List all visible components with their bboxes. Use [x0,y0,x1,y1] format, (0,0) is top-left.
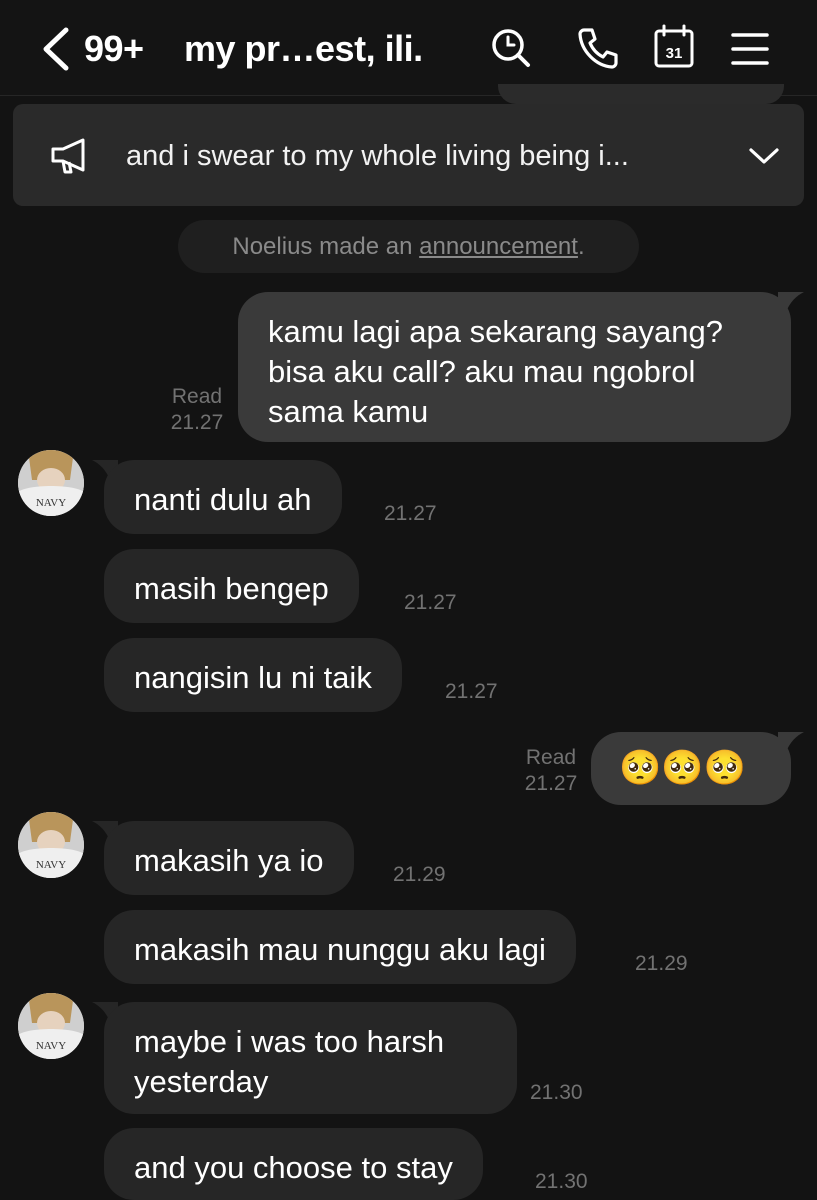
incoming-message[interactable]: nanti dulu ah [104,460,342,534]
read-receipt: Read 21.27 [160,384,234,436]
outgoing-message[interactable]: kamu lagi apa sekarang sayang? bisa aku … [238,292,791,442]
phone-call-icon[interactable] [572,22,624,74]
menu-icon[interactable] [724,22,776,74]
message-time: 21.27 [170,411,224,434]
calendar-icon[interactable]: 31 [648,22,700,74]
back-chevron-icon[interactable] [38,26,78,72]
system-announcement-notice: Noelius made an announcement. [178,220,639,273]
megaphone-icon [49,136,97,176]
outgoing-emoji-message[interactable]: 🥺🥺🥺 [591,732,791,805]
incoming-message[interactable]: nangisin lu ni taik [104,638,402,712]
avatar[interactable]: NAVY [18,993,84,1059]
read-status: Read [171,385,223,408]
incoming-message[interactable]: masih bengep [104,549,359,623]
previous-message-edge [498,84,784,104]
chevron-down-icon[interactable] [746,140,782,172]
read-status: Read [525,746,577,769]
avatar[interactable]: NAVY [18,812,84,878]
calendar-day: 31 [666,45,683,62]
avatar-shirt-text: NAVY [36,859,66,871]
chat-header: 99+ my pr…est, ili. 31 [0,0,817,96]
system-text-prefix: Noelius made an [232,233,420,260]
incoming-message[interactable]: and you choose to stay [104,1128,483,1200]
read-receipt: Read 21.27 [516,745,586,797]
incoming-message[interactable]: maybe i was too harsh yesterday [104,1002,517,1114]
announcement-link[interactable]: announcement [419,233,578,260]
message-time: 21.30 [530,1081,583,1104]
system-text-suffix: . [577,233,585,260]
search-icon[interactable] [486,22,538,74]
chat-title[interactable]: my pr…est, ili. [184,28,423,70]
incoming-message[interactable]: makasih ya io [104,821,354,895]
bubble-tail [778,292,804,312]
announcement-text: and i swear to my whole living being i..… [126,140,629,172]
announcement-banner[interactable]: and i swear to my whole living being i..… [13,104,804,206]
avatar-shirt-text: NAVY [36,497,66,509]
bubble-tail [778,732,804,752]
avatar[interactable]: NAVY [18,450,84,516]
unread-count[interactable]: 99+ [84,28,144,70]
incoming-message[interactable]: makasih mau nunggu aku lagi [104,910,576,984]
message-time: 21.27 [384,502,437,525]
message-time: 21.29 [635,952,688,975]
message-time: 21.27 [524,772,578,795]
message-time: 21.27 [404,591,457,614]
avatar-shirt-text: NAVY [36,1040,66,1052]
message-time: 21.27 [445,680,498,703]
message-time: 21.30 [535,1170,588,1193]
message-time: 21.29 [393,863,446,886]
